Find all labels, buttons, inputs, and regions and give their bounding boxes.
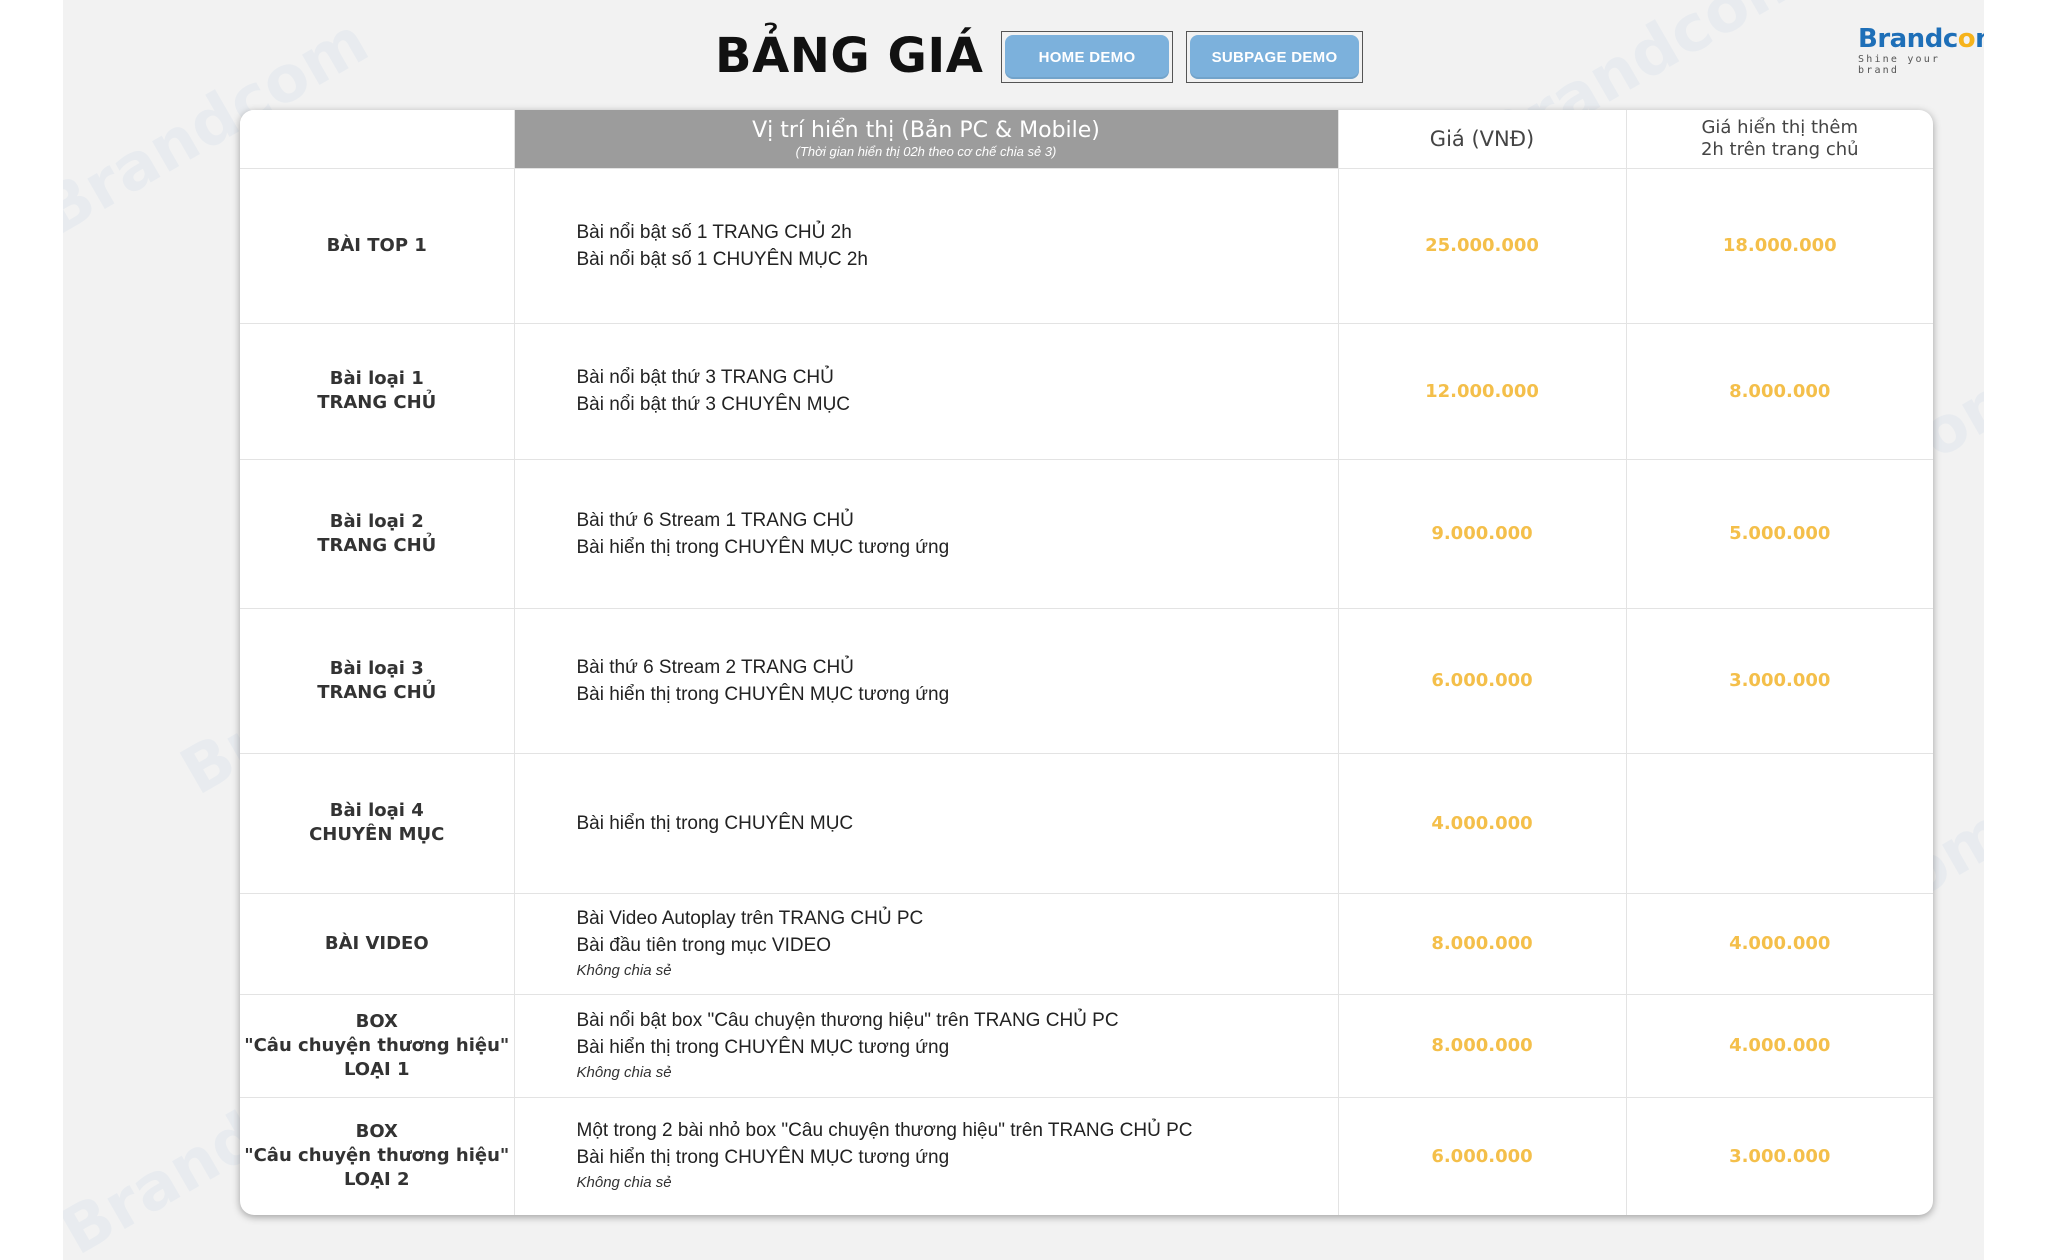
header-position-note: (Thời gian hiển thị 02h theo cơ chế chia…: [795, 143, 1057, 159]
row-extra-price: 8.000.000: [1626, 323, 1933, 460]
row-description: Một trong 2 bài nhỏ box "Câu chuyện thươ…: [514, 1097, 1339, 1215]
row-description: Bài thứ 6 Stream 1 TRANG CHỦ Bài hiển thị…: [514, 459, 1339, 609]
row-description: Bài nổi bật thứ 3 TRANG CHỦ Bài nổi bật t…: [514, 323, 1339, 460]
brand-logo: Brandcom Shine your brand: [1858, 24, 1984, 76]
row-price: 6.000.000: [1338, 1097, 1627, 1215]
header-empty-cell: [240, 110, 515, 169]
row-price: 9.000.000: [1338, 459, 1627, 609]
table-row: Bài loại 4 CHUYÊN MỤC Bài hiển thị trong …: [240, 753, 1933, 894]
row-description: Bài hiển thị trong CHUYÊN MỤC: [514, 753, 1339, 894]
page-title: BẢNG GIÁ: [715, 28, 984, 84]
row-description: Bài Video Autoplay trên TRANG CHỦ PC Bài …: [514, 893, 1339, 995]
subpage-demo-frame: SUBPAGE DEMO: [1186, 31, 1363, 83]
row-name: BOX "Câu chuyện thương hiệu" LOẠI 1: [240, 994, 515, 1098]
row-extra-price: 4.000.000: [1626, 994, 1933, 1098]
row-name: BÀI TOP 1: [240, 168, 515, 324]
row-name: Bài loại 2 TRANG CHỦ: [240, 459, 515, 609]
price-table-card: Vị trí hiển thị (Bản PC & Mobile) (Thời …: [240, 110, 1933, 1215]
row-extra-price: 18.000.000: [1626, 168, 1933, 324]
row-extra-price: 3.000.000: [1729, 1145, 1831, 1167]
row-extra-price: 4.000.000: [1626, 893, 1933, 995]
row-name: Bài loại 1 TRANG CHỦ: [240, 323, 515, 460]
header-position: Vị trí hiển thị (Bản PC & Mobile) (Thời …: [514, 110, 1339, 169]
row-name: Bài loại 3 TRANG CHỦ: [240, 608, 515, 754]
row-name: BOX "Câu chuyện thương hiệu" LOẠI 2: [240, 1097, 515, 1215]
table-header-row: Vị trí hiển thị (Bản PC & Mobile) (Thời …: [240, 110, 1933, 169]
home-demo-frame: HOME DEMO: [1001, 31, 1173, 83]
row-description: Bài thứ 6 Stream 2 TRANG CHỦ Bài hiển thị…: [514, 608, 1339, 754]
brand-logo-wordmark: Brandcom: [1858, 24, 1984, 54]
row-price: 12.000.000: [1338, 323, 1627, 460]
header-extra-price: Giá hiển thị thêm 2h trên trang chủ: [1626, 110, 1933, 169]
row-note: Không chia sẻ: [576, 961, 672, 979]
row-extra-price: [1626, 753, 1933, 894]
header-position-title: Vị trí hiển thị (Bản PC & Mobile): [752, 117, 1100, 143]
row-description: Bài nổi bật box "Câu chuyện thương hiệu"…: [514, 994, 1339, 1098]
row-note: Không chia sẻ: [576, 1063, 672, 1081]
row-price: 4.000.000: [1338, 753, 1627, 894]
header-price: Giá (VNĐ): [1338, 110, 1627, 169]
table-row: BOX "Câu chuyện thương hiệu" LOẠI 1 Bài nổ…: [240, 994, 1933, 1098]
row-description: Bài nổi bật số 1 TRANG CHỦ 2h Bài nổi bật…: [514, 168, 1339, 324]
row-price: 8.000.000: [1338, 893, 1627, 995]
subpage-demo-button[interactable]: SUBPAGE DEMO: [1190, 35, 1359, 79]
table-row: BÀI VIDEO Bài Video Autoplay trên TRANG …: [240, 893, 1933, 995]
table-row: Bài loại 1 TRANG CHỦ Bài nổi bật thứ 3 TR…: [240, 323, 1933, 460]
row-price: 25.000.000: [1338, 168, 1627, 324]
brand-tagline: Shine your brand: [1858, 54, 1941, 76]
row-price: 8.000.000: [1338, 994, 1627, 1098]
table-row: BOX "Câu chuyện thương hiệu" LOẠI 2 Một tr…: [240, 1097, 1933, 1215]
row-note: Không chia sẻ: [576, 1174, 672, 1192]
row-extra-price: 3.000.000: [1626, 608, 1933, 754]
table-row: BÀI TOP 1 Bài nổi bật số 1 TRANG CHỦ 2h B…: [240, 168, 1933, 324]
row-name: BÀI VIDEO: [240, 893, 515, 995]
row-price: 6.000.000: [1338, 608, 1627, 754]
home-demo-button[interactable]: HOME DEMO: [1005, 35, 1169, 79]
table-row: Bài loại 3 TRANG CHỦ Bài thứ 6 Stream 2 T…: [240, 608, 1933, 754]
row-extra-price: 5.000.000: [1626, 459, 1933, 609]
table-row: Bài loại 2 TRANG CHỦ Bài thứ 6 Stream 1 T…: [240, 459, 1933, 609]
row-name: Bài loại 4 CHUYÊN MỤC: [240, 753, 515, 894]
page-background: Brandcom Brandcom Brandcom Brandcom Bran…: [63, 0, 1984, 1260]
price-table: Vị trí hiển thị (Bản PC & Mobile) (Thời …: [240, 110, 1933, 1215]
